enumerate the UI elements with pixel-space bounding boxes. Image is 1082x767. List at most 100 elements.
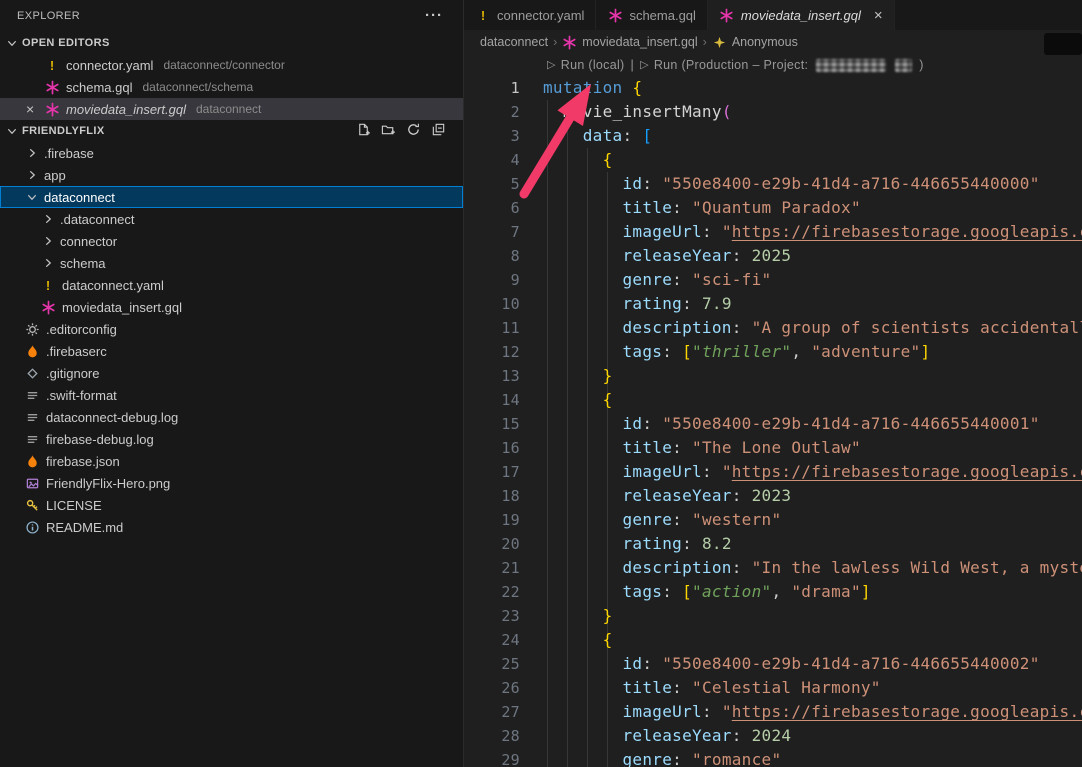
code-line[interactable]: 22 tags: ["action", "drama"] xyxy=(464,580,1082,604)
code-line[interactable]: 10 rating: 7.9 xyxy=(464,292,1082,316)
code-line[interactable]: 6 title: "Quantum Paradox" xyxy=(464,196,1082,220)
tree-item-dataconnect-debug.log[interactable]: dataconnect-debug.log xyxy=(0,406,463,428)
codelens-run-production[interactable]: ▷ Run (Production – Project: ) xyxy=(640,54,924,77)
close-paren: ) xyxy=(919,54,923,77)
tab-schema.gql[interactable]: schema.gql xyxy=(596,0,707,30)
more-actions-icon[interactable]: ··· xyxy=(425,11,443,21)
file-path: dataconnect/connector xyxy=(163,58,284,72)
code-line[interactable]: 15 id: "550e8400-e29b-41d4-a716-44665544… xyxy=(464,412,1082,436)
gql-icon xyxy=(40,299,56,315)
code-line[interactable]: 24 { xyxy=(464,628,1082,652)
gql-icon xyxy=(607,7,623,23)
code-line[interactable]: 9 genre: "sci-fi" xyxy=(464,268,1082,292)
code-line[interactable]: 25 id: "550e8400-e29b-41d4-a716-44665544… xyxy=(464,652,1082,676)
code-line[interactable]: 27 imageUrl: "https://firebasestorage.go… xyxy=(464,700,1082,724)
code-line[interactable]: 2 movie_insertMany( xyxy=(464,100,1082,124)
tree-item-dataconnect.yaml[interactable]: !dataconnect.yaml xyxy=(0,274,463,296)
tree-item-firebase.json[interactable]: firebase.json xyxy=(0,450,463,472)
refresh-icon[interactable] xyxy=(406,122,424,140)
tree-item-label: README.md xyxy=(46,520,123,535)
open-editor-item[interactable]: schema.gqldataconnect/schema xyxy=(0,76,463,98)
tree-item-.firebase[interactable]: .firebase xyxy=(0,142,463,164)
code-text: genre: "western" xyxy=(520,508,781,532)
code-text: tags: ["thriller", "adventure"] xyxy=(520,340,930,364)
code-line[interactable]: 1mutation { xyxy=(464,76,1082,100)
tab-label: connector.yaml xyxy=(497,8,584,23)
code-text: genre: "romance" xyxy=(520,748,781,767)
tab-bar: ! connector.yaml schema.gqlmoviedata_inser… xyxy=(464,0,1082,30)
tree-item-LICENSE[interactable]: LICENSE xyxy=(0,494,463,516)
tree-item-.firebaserc[interactable]: .firebaserc xyxy=(0,340,463,362)
chevron-down-icon xyxy=(24,189,40,205)
line-number: 18 xyxy=(464,484,520,508)
open-editors-label: OPEN EDITORS xyxy=(22,37,110,49)
line-number: 10 xyxy=(464,292,520,316)
tree-item-app[interactable]: app xyxy=(0,164,463,186)
collapse-all-icon[interactable] xyxy=(431,122,449,140)
code-line[interactable]: 28 releaseYear: 2024 xyxy=(464,724,1082,748)
code-line[interactable]: 5 id: "550e8400-e29b-41d4-a716-446655440… xyxy=(464,172,1082,196)
breadcrumb-separator: › xyxy=(553,35,557,49)
code-line[interactable]: 7 imageUrl: "https://firebasestorage.goo… xyxy=(464,220,1082,244)
code-line[interactable]: 4 { xyxy=(464,148,1082,172)
code-line[interactable]: 23 } xyxy=(464,604,1082,628)
tree-item-.swift-format[interactable]: .swift-format xyxy=(0,384,463,406)
code-line[interactable]: 13 } xyxy=(464,364,1082,388)
code-line[interactable]: 29 genre: "romance" xyxy=(464,748,1082,767)
open-editor-item[interactable]: ×moviedata_insert.gqldataconnect xyxy=(0,98,463,120)
tree-item-.gitignore[interactable]: .gitignore xyxy=(0,362,463,384)
new-file-icon[interactable] xyxy=(356,122,374,140)
line-number: 17 xyxy=(464,460,520,484)
code-line[interactable]: 11 description: "A group of scientists a… xyxy=(464,316,1082,340)
line-number: 20 xyxy=(464,532,520,556)
code-line[interactable]: 17 imageUrl: "https://firebasestorage.go… xyxy=(464,460,1082,484)
code-line[interactable]: 14 { xyxy=(464,388,1082,412)
workspace-header[interactable]: FRIENDLYFLIX xyxy=(0,120,463,142)
close-icon[interactable]: × xyxy=(874,8,883,23)
code-text: genre: "sci-fi" xyxy=(520,268,771,292)
code-text: id: "550e8400-e29b-41d4-a716-44665544000… xyxy=(520,172,1040,196)
breadcrumb-item[interactable]: moviedata_insert.gql xyxy=(582,35,697,49)
tree-item-README.md[interactable]: README.md xyxy=(0,516,463,538)
tab-moviedata_insert.gql[interactable]: moviedata_insert.gql× xyxy=(708,0,895,30)
code-line[interactable]: 16 title: "The Lone Outlaw" xyxy=(464,436,1082,460)
code-line[interactable]: 12 tags: ["thriller", "adventure"] xyxy=(464,340,1082,364)
code-line[interactable]: 3 data: [ xyxy=(464,124,1082,148)
open-editor-item[interactable]: !connector.yamldataconnect/connector xyxy=(0,54,463,76)
codelens: ▷ Run (local) | ▷ Run (Production – Proj… xyxy=(464,54,1082,76)
tree-item-schema[interactable]: schema xyxy=(0,252,463,274)
line-number: 21 xyxy=(464,556,520,580)
code-line[interactable]: 26 title: "Celestial Harmony" xyxy=(464,676,1082,700)
code-line[interactable]: 21 description: "In the lawless Wild Wes… xyxy=(464,556,1082,580)
tree-item-FriendlyFlix-Hero.png[interactable]: FriendlyFlix-Hero.png xyxy=(0,472,463,494)
tree-item-moviedata_insert.gql[interactable]: moviedata_insert.gql xyxy=(0,296,463,318)
tree-item-label: schema xyxy=(60,256,106,271)
breadcrumb-item[interactable]: Anonymous xyxy=(732,35,798,49)
code-text: description: "In the lawless Wild West, … xyxy=(520,556,1082,580)
tree-item-label: .editorconfig xyxy=(46,322,117,337)
open-editors-header[interactable]: OPEN EDITORS xyxy=(0,32,463,54)
explorer-sidebar: EXPLORER ··· OPEN EDITORS !connector.yam… xyxy=(0,0,464,767)
code-line[interactable]: 20 rating: 8.2 xyxy=(464,532,1082,556)
tab-connector.yaml[interactable]: ! connector.yaml xyxy=(464,0,596,30)
code-text: rating: 7.9 xyxy=(520,292,732,316)
tree-item-label: firebase.json xyxy=(46,454,120,469)
new-folder-icon[interactable] xyxy=(381,122,399,140)
codelens-run-local[interactable]: ▷ Run (local) xyxy=(547,54,625,77)
chevron-right-icon xyxy=(40,211,56,227)
tree-item-firebase-debug.log[interactable]: firebase-debug.log xyxy=(0,428,463,450)
tree-item-dataconnect[interactable]: dataconnect xyxy=(0,186,463,208)
warn-icon: ! xyxy=(475,7,491,23)
breadcrumb-item[interactable]: dataconnect xyxy=(480,35,548,49)
line-number: 3 xyxy=(464,124,520,148)
code-line[interactable]: 18 releaseYear: 2023 xyxy=(464,484,1082,508)
code-text: data: [ xyxy=(520,124,652,148)
tree-item-.editorconfig[interactable]: .editorconfig xyxy=(0,318,463,340)
code-editor[interactable]: ▷ Run (local) | ▷ Run (Production – Proj… xyxy=(464,54,1082,767)
code-line[interactable]: 19 genre: "western" xyxy=(464,508,1082,532)
code-line[interactable]: 8 releaseYear: 2025 xyxy=(464,244,1082,268)
code-text: releaseYear: 2023 xyxy=(520,484,791,508)
close-icon[interactable]: × xyxy=(26,101,44,117)
tree-item-.dataconnect[interactable]: .dataconnect xyxy=(0,208,463,230)
tree-item-connector[interactable]: connector xyxy=(0,230,463,252)
